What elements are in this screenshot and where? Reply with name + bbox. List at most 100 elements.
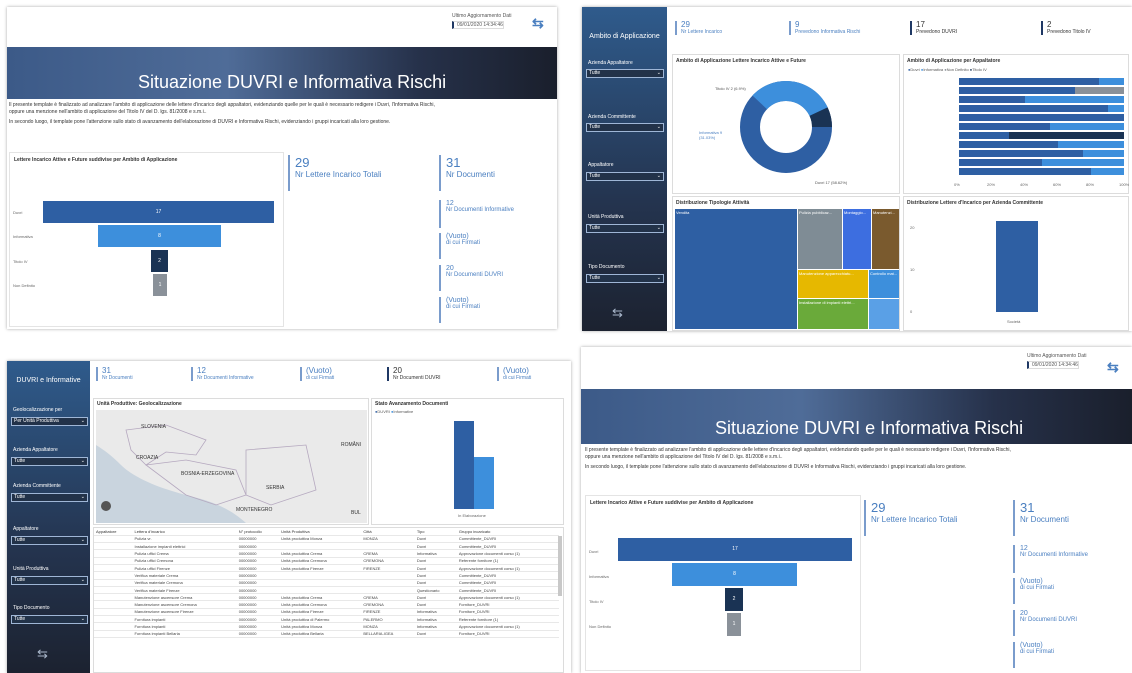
column-header[interactable]: Appaltatore xyxy=(94,528,133,536)
table-cell xyxy=(94,615,133,624)
stacked-bar-segment[interactable] xyxy=(1107,105,1124,112)
column-header[interactable]: Gruppo incaricato xyxy=(456,528,559,536)
stacked-bar-row[interactable] xyxy=(959,132,1124,139)
filter-dropdown-appaltatore[interactable]: Tutte ⌄ xyxy=(586,172,664,181)
stacked-bar-segment[interactable] xyxy=(959,159,1042,166)
column-header[interactable]: Tipo xyxy=(414,528,457,536)
stacked-bar-segment[interactable] xyxy=(1099,78,1124,85)
stacked-bar-segment[interactable] xyxy=(959,78,1100,85)
stacked-bar-segment[interactable] xyxy=(1008,132,1124,139)
stacked-bar-row[interactable] xyxy=(959,78,1124,85)
table-row[interactable]: Manutenzione ascensore Firenze 00000000 Un… xyxy=(94,608,559,617)
funnel-bar-informativa[interactable]: 8 xyxy=(98,225,221,247)
table-row[interactable]: Manutenzione ascensore Cremona 00000000 Un… xyxy=(94,600,559,609)
treemap-cell-manutenzione-apparecchiature[interactable]: Manutenzione apparecchiatu... xyxy=(798,270,868,298)
stacked-bar-segment[interactable] xyxy=(1025,96,1124,103)
stacked-bar-segment[interactable] xyxy=(1041,159,1124,166)
treemap-cell-installazione[interactable]: Installazione di impianti elettri... xyxy=(798,299,868,329)
stacked-bar-row[interactable] xyxy=(959,114,1124,121)
funnel-bar-non-definito[interactable]: 1 xyxy=(727,613,741,636)
stacked-bar-segment[interactable] xyxy=(1091,168,1124,175)
table-cell: Duvri xyxy=(414,542,457,551)
table-row[interactable]: Pulizia uffici Crema 00000000 Unità produt… xyxy=(94,549,559,558)
column-header[interactable]: Città xyxy=(361,528,415,536)
stacked-bar-segment[interactable] xyxy=(959,141,1058,148)
column-bar-societa[interactable] xyxy=(996,221,1038,312)
description-line-2: oppure una menzione nell'ambito di appli… xyxy=(585,454,783,460)
filter-dropdown-azienda-appaltatore[interactable]: Tutte ⌄ xyxy=(586,69,664,78)
stacked-bar-row[interactable] xyxy=(959,150,1124,157)
table-cell: Unità produttiva Firenze xyxy=(279,564,362,573)
funnel-bar-non-definito[interactable]: 1 xyxy=(153,274,167,296)
table-row[interactable]: Fornitura impianti 00000000 Unità produtti… xyxy=(94,622,559,631)
funnel-bar-titolo-iv[interactable]: 2 xyxy=(151,250,168,272)
stacked-bar-row[interactable] xyxy=(959,159,1124,166)
filter-value: Tutte xyxy=(14,616,26,622)
donut-label-informativa: Informativa 9 (31.03%) xyxy=(699,130,723,140)
table-row[interactable]: Verifica materiale Firenze 00000000 Questi… xyxy=(94,586,559,595)
stacked-bar-row[interactable] xyxy=(959,87,1124,94)
column-header[interactable]: Unità Produttiva xyxy=(279,528,362,536)
treemap-cell-pulizia[interactable]: Pulizia pubblicaz... xyxy=(798,209,842,269)
filter-dropdown-tipo-documento[interactable]: Tutte ⌄ xyxy=(11,615,88,624)
filter-dropdown-unita-produttiva[interactable]: Tutte ⌄ xyxy=(586,224,664,233)
table-body: Pulizia vr. 00000000 Unità produttiva Monz… xyxy=(94,535,559,638)
filter-dropdown-tipo-documento[interactable]: Tutte ⌄ xyxy=(586,274,664,283)
treemap-cell-manutenzione[interactable]: Manutenzi... xyxy=(872,209,899,269)
filter-dropdown-azienda-committente[interactable]: Tutte ⌄ xyxy=(586,123,664,132)
column-header[interactable]: N° protocollo xyxy=(236,528,280,536)
stacked-bars-area[interactable] xyxy=(959,78,1124,178)
status-bar-informative[interactable] xyxy=(474,457,494,509)
stacked-bar-segment[interactable] xyxy=(959,105,1108,112)
stacked-bar-row[interactable] xyxy=(959,105,1124,112)
table-row[interactable]: Fornitura impianti 00000000 Unità produtti… xyxy=(94,615,559,624)
filter-label-unita-produttiva: Unità Produttiva xyxy=(588,214,624,220)
funnel-bar-informativa[interactable]: 8 xyxy=(672,563,797,586)
kpi-value: 12 xyxy=(197,366,206,375)
table-row[interactable]: Manutenzione ascensore Crema 00000000 Unit… xyxy=(94,593,559,602)
stacked-bar-segment[interactable] xyxy=(959,96,1025,103)
funnel-bar-duvri[interactable]: 17 xyxy=(618,538,852,561)
table-row[interactable]: Fornitura impianti Bellaria 00000000 Unità… xyxy=(94,630,559,638)
stacked-bar-row[interactable] xyxy=(959,141,1124,148)
stacked-bar-row[interactable] xyxy=(959,96,1124,103)
filter-dropdown-appaltatore[interactable]: Tutte ⌄ xyxy=(11,536,88,545)
filter-dropdown-azienda-committente[interactable]: Tutte ⌄ xyxy=(11,493,88,502)
status-bar-duvri[interactable] xyxy=(454,421,474,509)
table-row[interactable]: Verifica materiale Crema 00000000 Duvri Com… xyxy=(94,571,559,580)
donut-chart[interactable] xyxy=(673,65,899,193)
stacked-bar-row[interactable] xyxy=(959,123,1124,130)
stacked-bar-segment[interactable] xyxy=(1049,123,1124,130)
treemap-cell-other[interactable] xyxy=(869,299,899,329)
column-header[interactable]: Lettera d'incarico xyxy=(132,528,237,536)
stacked-bar-segment[interactable] xyxy=(1082,150,1124,157)
filter-value: Tutte xyxy=(14,494,26,500)
filter-dropdown-azienda-appaltatore[interactable]: Tutte ⌄ xyxy=(11,457,88,466)
legend-informative: Informative xyxy=(393,409,414,414)
table-row[interactable]: Pulizia vr. 00000000 Unità produttiva Monz… xyxy=(94,535,559,544)
stacked-bar-segment[interactable] xyxy=(959,132,1009,139)
filter-dropdown-unita-produttiva[interactable]: Tutte ⌄ xyxy=(11,576,88,585)
map-view[interactable]: SLOVENIA CROAZIA BOSNIA-ERZEGOVINA SERBI… xyxy=(96,410,367,523)
stacked-bar-segment[interactable] xyxy=(1058,141,1124,148)
stacked-bar-segment[interactable] xyxy=(959,123,1050,130)
funnel-bar-titolo-iv[interactable]: 2 xyxy=(725,588,743,611)
stacked-bar-segment[interactable] xyxy=(959,87,1075,94)
stacked-bar-segment[interactable] xyxy=(1074,87,1124,94)
table-row[interactable]: Verifica materiale Cremona 00000000 Duvri C… xyxy=(94,579,559,587)
treemap-cell-vendita[interactable]: Vendita xyxy=(675,209,797,329)
stacked-bar-segment[interactable] xyxy=(959,168,1091,175)
stacked-bar-row[interactable] xyxy=(959,168,1124,175)
treemap-cell-controllo[interactable]: Controllo mat... xyxy=(869,270,899,298)
table-row[interactable]: Installazione impianti elettrici 00000000… xyxy=(94,542,559,551)
table-row[interactable]: Pulizia uffici Firenze 00000000 Unità prod… xyxy=(94,564,559,573)
stacked-bar-segment[interactable] xyxy=(959,150,1083,157)
table-cell: Duvri xyxy=(414,630,457,638)
table-scrollbar[interactable] xyxy=(558,536,562,596)
stacked-bar-segment[interactable] xyxy=(959,114,1124,121)
treemap-cell-montaggio[interactable]: Montaggio... xyxy=(843,209,871,269)
filter-dropdown-geolocalizzazione[interactable]: Per Unità Produttiva ⌄ xyxy=(11,417,88,426)
funnel-bar-duvri[interactable]: 17 xyxy=(43,201,274,223)
table-row[interactable]: Pulizia uffici Cremona 00000000 Unità prod… xyxy=(94,557,559,566)
table-cell: Unità produttiva Bellaria xyxy=(279,630,362,638)
